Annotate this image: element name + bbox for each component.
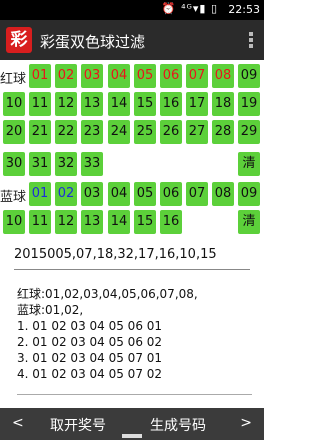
blue-ball[interactable]: 12	[55, 210, 77, 234]
red-ball[interactable]: 15	[134, 92, 156, 116]
blue-ball[interactable]: 05	[134, 182, 156, 206]
red-ball[interactable]: 20	[3, 120, 25, 144]
red-ball[interactable]: 12	[55, 92, 77, 116]
red-ball[interactable]: 26	[160, 120, 182, 144]
blue-ball[interactable]: 07	[186, 182, 208, 206]
status-time: 22:53	[228, 3, 260, 16]
red-ball[interactable]: 28	[212, 120, 234, 144]
red-row-1: 红球 01 02 03 04 05 06 07 08 09	[0, 64, 264, 90]
red-ball-label: 红球	[0, 72, 27, 87]
result-text[interactable]: 红球:01,02,03,04,05,06,07,08, 蓝球:01,02, 1.…	[17, 286, 252, 395]
result-line: 1. 01 02 03 04 05 06 01	[17, 319, 163, 333]
blue-ball[interactable]: 14	[108, 210, 130, 234]
red-ball[interactable]: 17	[186, 92, 208, 116]
red-ball[interactable]: 10	[3, 92, 25, 116]
blue-ball[interactable]: 16	[160, 210, 182, 234]
red-ball[interactable]: 23	[81, 120, 103, 144]
status-bar: ⏰ ⁴ᴳ▾▮ ▯ 22:53	[0, 0, 264, 20]
blue-ball[interactable]: 06	[160, 182, 182, 206]
result-line: 2. 01 02 03 04 05 06 02	[17, 335, 163, 349]
red-clear-button[interactable]: 清	[238, 152, 260, 176]
bottom-bar: < 取开奖号 生成号码 >	[0, 408, 264, 440]
red-ball[interactable]: 09	[238, 64, 260, 88]
result-line: 蓝球:01,02,	[17, 303, 84, 317]
red-ball[interactable]: 22	[55, 120, 77, 144]
overflow-menu-icon[interactable]	[248, 30, 254, 50]
red-ball[interactable]: 27	[186, 120, 208, 144]
red-row-4: 30 31 32 33 清	[0, 152, 264, 178]
blue-clear-button[interactable]: 清	[238, 210, 260, 234]
red-ball[interactable]: 05	[134, 64, 156, 88]
next-arrow-icon[interactable]: >	[240, 415, 252, 431]
draw-number-input[interactable]: 2015005,07,18,32,17,16,10,15	[14, 247, 250, 270]
prev-arrow-icon[interactable]: <	[12, 415, 24, 431]
red-ball[interactable]: 03	[81, 64, 103, 88]
red-ball[interactable]: 14	[108, 92, 130, 116]
app-logo-icon: 彩	[6, 27, 32, 53]
blue-ball[interactable]: 04	[108, 182, 130, 206]
red-ball[interactable]: 04	[108, 64, 130, 88]
action-bar: 彩 彩蛋双色球过滤	[0, 20, 264, 60]
red-ball[interactable]: 29	[238, 120, 260, 144]
red-ball[interactable]: 02	[55, 64, 77, 88]
red-ball[interactable]: 25	[134, 120, 156, 144]
red-ball[interactable]: 16	[160, 92, 182, 116]
result-line: 4. 01 02 03 04 05 07 02	[17, 367, 163, 381]
red-ball[interactable]: 08	[212, 64, 234, 88]
blue-ball[interactable]: 10	[3, 210, 25, 234]
red-ball[interactable]: 21	[29, 120, 51, 144]
red-ball[interactable]: 31	[29, 152, 51, 176]
result-line: 3. 01 02 03 04 05 07 01	[17, 351, 163, 365]
blue-ball[interactable]: 11	[29, 210, 51, 234]
blue-row-2: 10 11 12 13 14 15 16 清	[0, 210, 264, 236]
red-ball[interactable]: 32	[55, 152, 77, 176]
red-ball[interactable]: 07	[186, 64, 208, 88]
red-ball[interactable]: 01	[29, 64, 51, 88]
scroll-handle	[122, 434, 142, 438]
blue-ball[interactable]: 03	[81, 182, 103, 206]
app-title: 彩蛋双色球过滤	[40, 33, 146, 51]
red-ball[interactable]: 24	[108, 120, 130, 144]
red-row-3: 20 21 22 23 24 25 26 27 28 29	[0, 120, 264, 146]
blue-ball[interactable]: 01	[29, 182, 51, 206]
blue-ball[interactable]: 09	[238, 182, 260, 206]
red-ball[interactable]: 11	[29, 92, 51, 116]
blue-ball[interactable]: 15	[134, 210, 156, 234]
blue-row-1: 蓝球 01 02 03 04 05 06 07 08 09	[0, 182, 264, 208]
red-row-2: 10 11 12 13 14 15 16 17 18 19	[0, 92, 264, 118]
status-icons: ⏰ ⁴ᴳ▾▮ ▯	[161, 2, 218, 15]
red-ball[interactable]: 18	[212, 92, 234, 116]
blue-ball-label: 蓝球	[0, 190, 27, 205]
red-ball[interactable]: 13	[81, 92, 103, 116]
blue-ball[interactable]: 02	[55, 182, 77, 206]
generate-numbers-button[interactable]: 生成号码	[150, 415, 206, 435]
red-ball[interactable]: 19	[238, 92, 260, 116]
result-line: 红球:01,02,03,04,05,06,07,08,	[17, 287, 198, 301]
blue-ball[interactable]: 08	[212, 182, 234, 206]
red-ball[interactable]: 06	[160, 64, 182, 88]
red-ball[interactable]: 33	[81, 152, 103, 176]
blue-ball[interactable]: 13	[81, 210, 103, 234]
fetch-draw-button[interactable]: 取开奖号	[50, 415, 106, 435]
red-ball[interactable]: 30	[3, 152, 25, 176]
